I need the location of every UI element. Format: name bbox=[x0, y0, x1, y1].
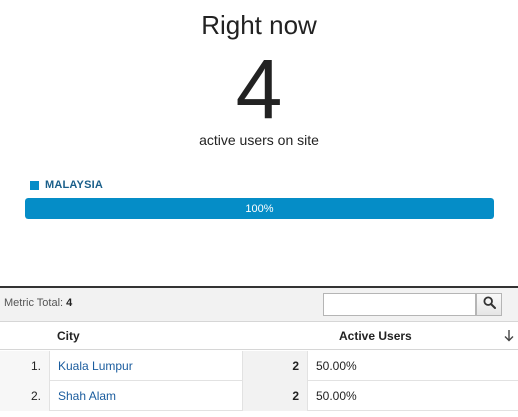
column-header-active-users[interactable]: Active Users bbox=[339, 329, 412, 343]
row-index: 2. bbox=[0, 381, 50, 411]
table-header: City Active Users bbox=[0, 322, 518, 350]
table-row: 1. Kuala Lumpur 2 50.00% bbox=[0, 351, 518, 381]
row-index: 1. bbox=[0, 351, 50, 381]
legend-swatch bbox=[30, 180, 39, 190]
country-label: MALAYSIA bbox=[45, 179, 104, 191]
country-share-fill: 100% bbox=[25, 198, 494, 219]
active-users-count: 2 bbox=[242, 381, 308, 411]
active-users-count: 2 bbox=[242, 351, 308, 381]
search-icon bbox=[482, 295, 496, 314]
city-link[interactable]: Shah Alam bbox=[50, 381, 242, 411]
locations-table: Metric Total: 4 City Active Users 1. Kual… bbox=[0, 286, 518, 417]
metric-total-label: Metric Total: bbox=[4, 297, 64, 309]
search-button[interactable] bbox=[476, 293, 502, 316]
country-legend: MALAYSIA bbox=[30, 179, 103, 191]
arrow-down-icon[interactable] bbox=[504, 329, 514, 347]
metric-total: Metric Total: 4 bbox=[4, 297, 72, 309]
column-header-city[interactable]: City bbox=[57, 329, 80, 343]
city-link[interactable]: Kuala Lumpur bbox=[50, 351, 242, 381]
search-input[interactable] bbox=[323, 293, 476, 316]
table-row: 2. Shah Alam 2 50.00% bbox=[0, 381, 518, 411]
active-user-count: 4 bbox=[235, 42, 283, 136]
metric-total-value: 4 bbox=[66, 297, 73, 309]
country-share-percent: 100% bbox=[245, 202, 274, 215]
active-users-percent: 50.00% bbox=[316, 359, 357, 373]
country-share-bar: 100% bbox=[25, 198, 494, 219]
active-users-percent: 50.00% bbox=[316, 389, 357, 403]
page-title: Right now bbox=[201, 10, 317, 40]
table-toolbar: Metric Total: 4 bbox=[0, 288, 518, 322]
active-users-caption: active users on site bbox=[199, 132, 319, 148]
